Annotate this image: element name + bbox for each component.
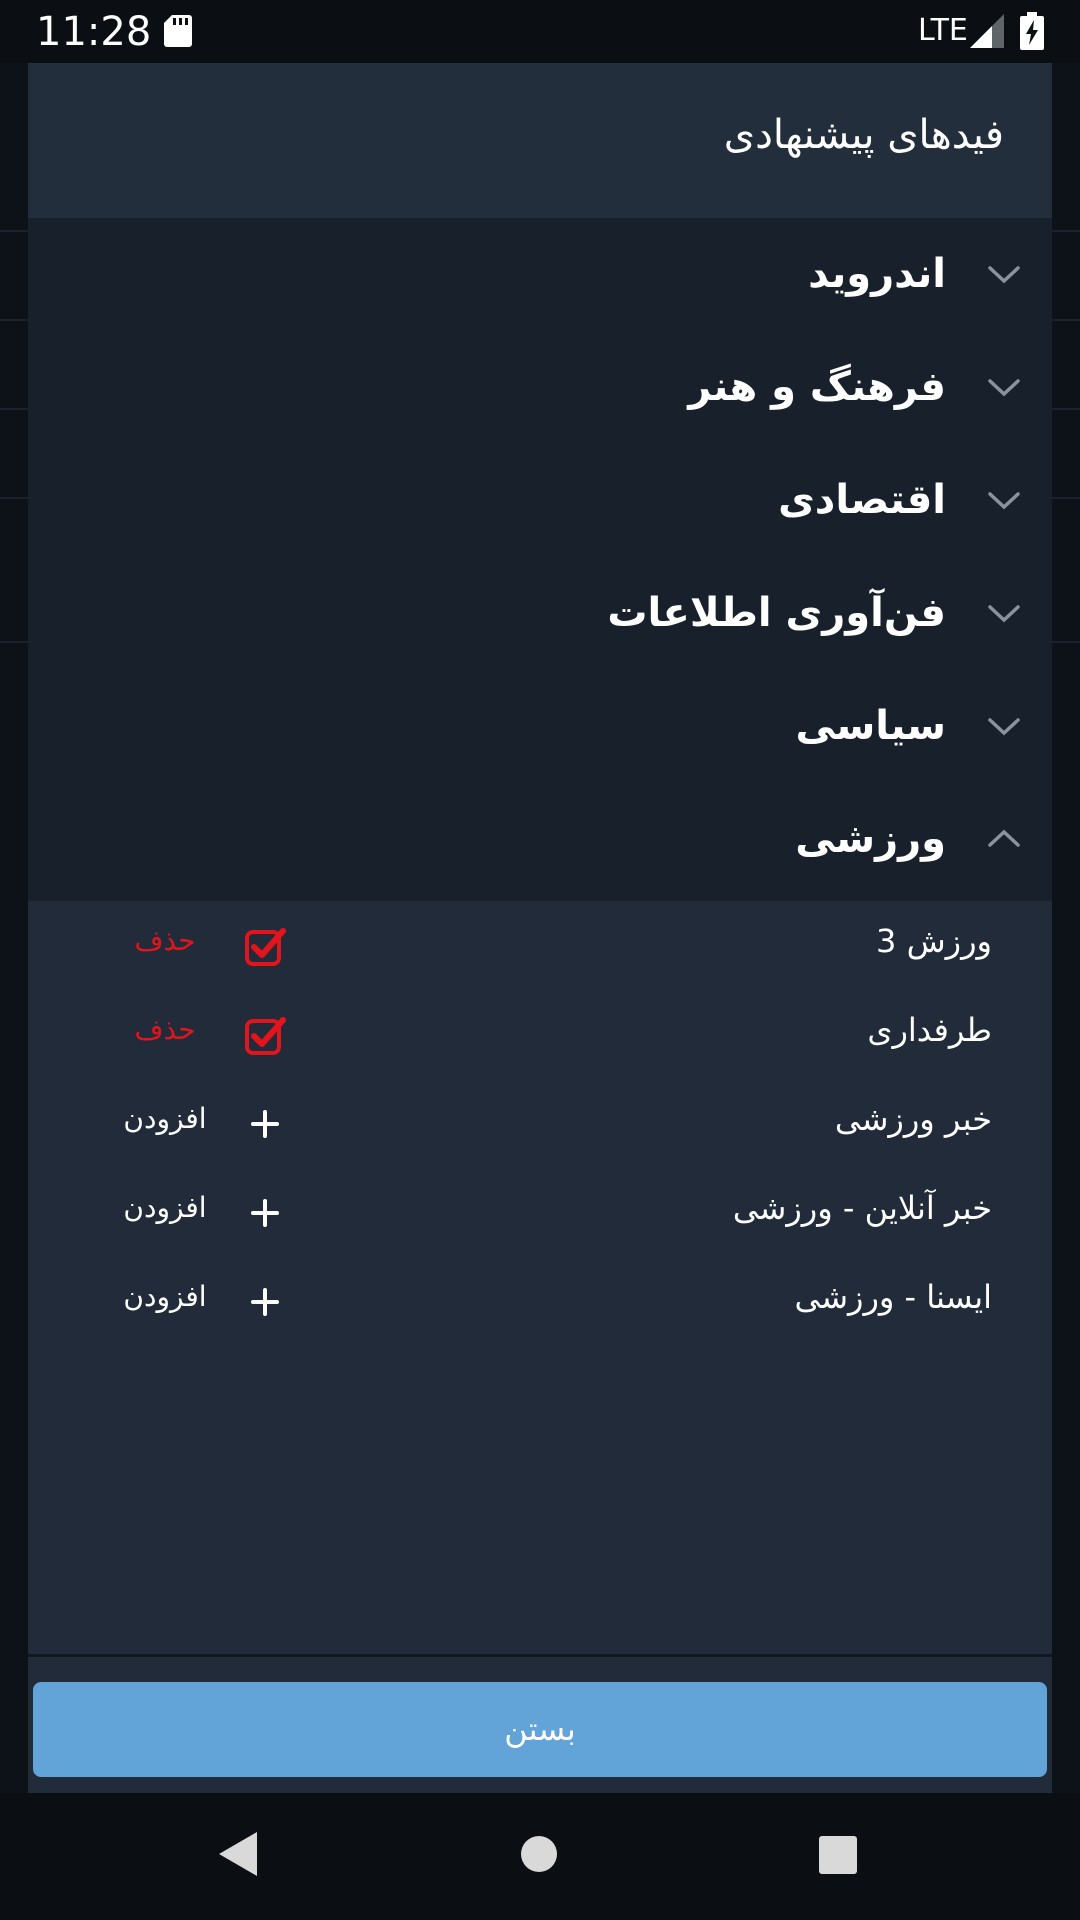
plus-icon[interactable] [244, 1103, 286, 1145]
feed-name: ورزش 3 [876, 922, 992, 960]
category-item-sports[interactable]: ورزشی [28, 783, 1052, 896]
dialog-title: فیدهای پیشنهادی [723, 112, 1004, 158]
category-item-android[interactable]: اندروید [28, 218, 1052, 331]
feed-item: خبر ورزشی افزودن [28, 1079, 1052, 1168]
chevron-down-icon [988, 605, 1020, 623]
feed-item: خبر آنلاین - ورزشی افزودن [28, 1168, 1052, 1257]
category-label: اندروید [808, 251, 946, 297]
signal-icon [970, 14, 1004, 48]
category-item-it[interactable]: فن‌آوری اطلاعات [28, 557, 1052, 670]
add-feed-button[interactable]: افزودن [100, 1094, 230, 1144]
category-item-culture-art[interactable]: فرهنگ و هنر [28, 331, 1052, 444]
category-label: سیاسی [795, 703, 947, 749]
network-type: LTE [918, 13, 968, 48]
category-label: فرهنگ و هنر [688, 364, 946, 410]
chevron-down-icon [988, 266, 1020, 284]
category-label: فن‌آوری اطلاعات [607, 590, 946, 636]
suggested-feeds-dialog: فیدهای پیشنهادی اندروید فرهنگ و هنر اقتص… [28, 63, 1052, 1793]
remove-feed-button[interactable]: حذف [100, 1005, 230, 1055]
chevron-up-icon [988, 829, 1020, 847]
feed-name: طرفداری [867, 1011, 992, 1049]
close-button[interactable]: بستن [33, 1682, 1047, 1777]
checked-checkbox-icon[interactable] [244, 925, 286, 967]
chevron-down-icon [988, 718, 1020, 736]
add-feed-button[interactable]: افزودن [100, 1183, 230, 1233]
feed-name: خبر آنلاین - ورزشی [732, 1189, 992, 1227]
home-icon[interactable] [520, 1835, 558, 1873]
back-icon[interactable] [217, 1830, 259, 1878]
feed-item: طرفداری حذف [28, 990, 1052, 1079]
category-label: اقتصادی [778, 477, 946, 523]
remove-feed-button[interactable]: حذف [100, 916, 230, 966]
category-list: اندروید فرهنگ و هنر اقتصادی فن‌آوری اطلا… [28, 218, 1052, 901]
navigation-bar [0, 1793, 1080, 1920]
feed-item: ایسنا - ورزشی افزودن [28, 1257, 1052, 1346]
plus-icon[interactable] [244, 1281, 286, 1323]
recents-icon[interactable] [818, 1835, 858, 1875]
checked-checkbox-icon[interactable] [244, 1014, 286, 1056]
dialog-header: فیدهای پیشنهادی [28, 63, 1052, 218]
chevron-down-icon [988, 492, 1020, 510]
add-feed-button[interactable]: افزودن [100, 1272, 230, 1322]
feed-name: ایسنا - ورزشی [794, 1278, 992, 1316]
sd-card-icon [164, 15, 192, 47]
battery-charging-icon [1020, 12, 1044, 50]
category-item-politics[interactable]: سیاسی [28, 670, 1052, 783]
status-time: 11:28 [36, 9, 152, 55]
feed-item: ورزش 3 حذف [28, 901, 1052, 990]
dialog-divider [28, 1654, 1052, 1657]
status-bar: 11:28 LTE [0, 0, 1080, 63]
feed-name: خبر ورزشی [834, 1100, 992, 1138]
feed-list: ورزش 3 حذف طرفداری حذف خبر ورزشی افزودن … [28, 901, 1052, 1651]
plus-icon[interactable] [244, 1192, 286, 1234]
chevron-down-icon [988, 379, 1020, 397]
category-item-economy[interactable]: اقتصادی [28, 444, 1052, 557]
category-label: ورزشی [795, 816, 946, 862]
